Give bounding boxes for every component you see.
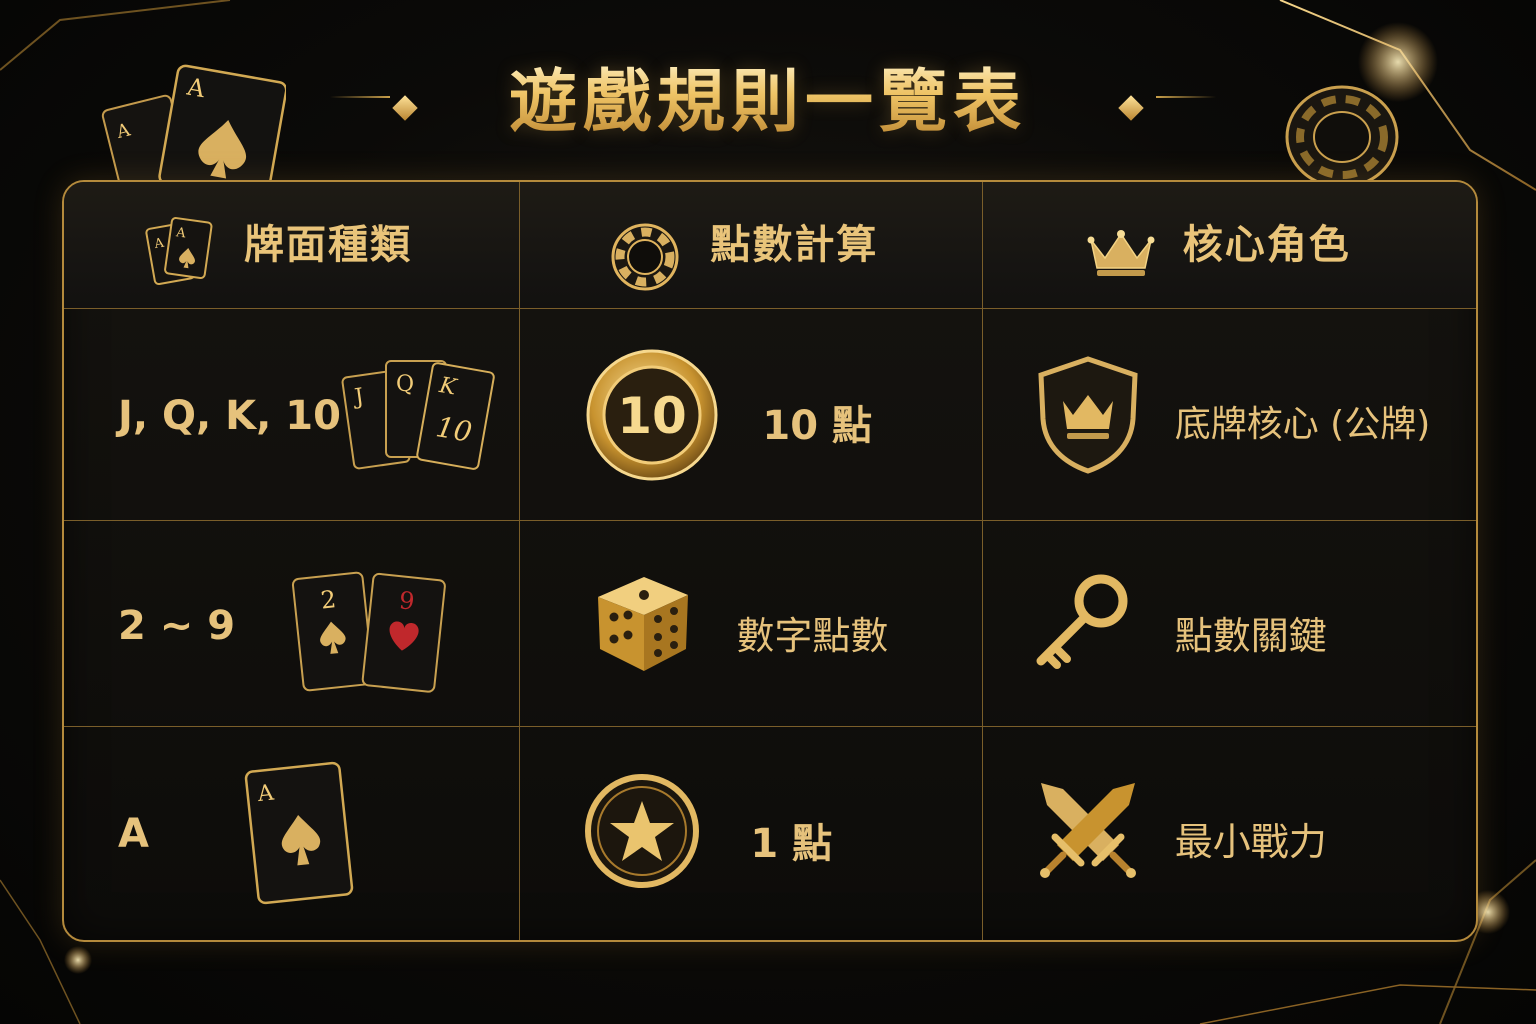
row3-points-label: 1 點 [750,821,833,867]
row1-points-cell: 10 10 點 [519,309,981,521]
jqk10-cards-icon: J Q K 10 [341,360,495,470]
two-nine-cards-icon: 2 9 [291,571,446,693]
crossed-swords-icon [1039,783,1136,878]
card-two: 2 [319,585,337,614]
header-core-role-label: 核心角色 [1182,222,1351,268]
row1-card-cell: J, Q, K, 10 J Q K 10 [64,309,519,521]
header-core-role: 核心角色 [981,182,1476,308]
row3-card-cell: A A [64,727,519,940]
chip-value-text: 10 [618,387,688,445]
rules-table: A A 牌面種類 點數計算 核心角色 J, Q, K, 10 J Q K 10 … [62,180,1478,942]
row2-role-label: 點數關鍵 [1174,614,1327,658]
card-10: 10 [434,410,475,449]
header-card-type: A A 牌面種類 [64,182,519,308]
row1-role-cell: 底牌核心 (公牌) [981,309,1476,521]
crown-shield-icon [1038,356,1138,474]
table-row: A A 1 點 最小戰力 [64,726,1476,940]
table-row: J, Q, K, 10 J Q K 10 10 10 點 底牌核心 (公牌) [64,308,1476,521]
table-header-row: A A 牌面種類 點數計算 核心角色 [64,182,1476,308]
row2-points-cell: 數字點數 [519,521,981,727]
card-q: Q [396,372,414,397]
row2-card-cell: 2 ~ 9 2 9 [64,521,519,727]
chip-10-icon: 10 [586,349,718,481]
page-title: 遊戲規則一覽表 [508,62,1027,142]
key-icon [1036,574,1128,669]
ace-spade-card-icon: A [244,761,354,905]
crown-icon [1087,230,1155,276]
row1-role-label: 底牌核心 (公牌) [1174,404,1431,445]
header-point-calc-label: 點數計算 [710,222,879,268]
playing-cards-icon: A A [145,217,213,286]
table-row: 2 ~ 9 2 9 數字點數 點數關鍵 [64,520,1476,727]
dice-icon [598,577,689,671]
row2-card-label: 2 ~ 9 [118,603,236,649]
row1-card-label: J, Q, K, 10 [118,393,341,439]
row2-points-label: 數字點數 [736,614,889,658]
card-nine: 9 [398,586,416,615]
row3-role-label: 最小戰力 [1174,820,1327,864]
row3-card-label: A [118,811,149,857]
row3-role-cell: 最小戰力 [981,727,1476,940]
header-card-type-label: 牌面種類 [244,222,412,268]
row3-points-cell: 1 點 [519,727,981,940]
row2-role-cell: 點數關鍵 [981,521,1476,727]
header-point-calc: 點數計算 [519,182,981,308]
poker-chip-icon [611,223,679,291]
row1-points-label: 10 點 [762,403,872,449]
star-coin-icon [585,774,700,888]
